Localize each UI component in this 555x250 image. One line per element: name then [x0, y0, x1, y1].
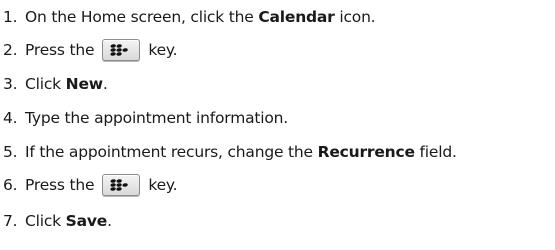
step-5: 5. If the appointment recurs, change the…	[0, 138, 457, 166]
step-6: 6. Press the key.	[0, 171, 178, 199]
step-text: On the Home screen, click the Calendar i…	[25, 8, 376, 26]
step-text: Type the appointment information.	[25, 109, 289, 127]
recurrence-term: Recurrence	[317, 143, 415, 161]
step-number: 3.	[3, 75, 18, 93]
new-term: New	[65, 75, 103, 93]
step-text-post: key.	[148, 176, 178, 194]
calendar-term: Calendar	[258, 8, 335, 26]
step-3: 3. Click New.	[0, 70, 108, 98]
step-number: 4.	[3, 109, 18, 127]
step-text-pre: Press the	[25, 176, 95, 194]
step-number: 6.	[3, 176, 18, 194]
step-text: Click New.	[25, 75, 108, 93]
step-text-post: key.	[148, 41, 178, 59]
step-number: 7.	[3, 212, 18, 230]
save-term: Save	[65, 212, 108, 230]
step-1: 1. On the Home screen, click the Calenda…	[0, 3, 376, 31]
blackberry-menu-key-icon	[102, 39, 141, 61]
step-number: 1.	[3, 8, 18, 26]
step-text-pre: Press the	[25, 41, 95, 59]
step-text: If the appointment recurs, change the Re…	[25, 143, 457, 161]
step-text: Click Save.	[25, 212, 112, 230]
step-7: 7. Click Save.	[0, 207, 112, 235]
step-number: 5.	[3, 143, 18, 161]
step-2: 2. Press the key.	[0, 36, 178, 64]
step-4: 4. Type the appointment information.	[0, 104, 288, 132]
step-number: 2.	[3, 41, 18, 59]
blackberry-menu-key-icon	[102, 174, 141, 196]
